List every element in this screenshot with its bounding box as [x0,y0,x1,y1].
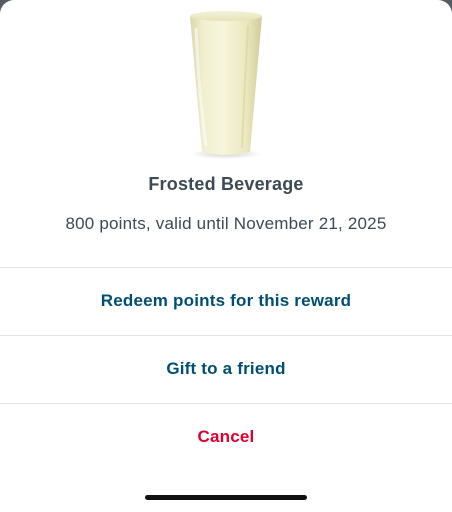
cancel-button[interactable]: Cancel [0,404,452,470]
redeem-points-button[interactable]: Redeem points for this reward [0,268,452,334]
home-indicator[interactable] [145,495,307,500]
reward-validity: 800 points, valid until November 21, 202… [65,214,387,233]
gift-to-friend-button[interactable]: Gift to a friend [0,336,452,402]
reward-title: Frosted Beverage [148,174,304,194]
reward-action-sheet: Frosted Beverage 800 points, valid until… [0,0,452,512]
frosted-beverage-image [190,11,262,159]
